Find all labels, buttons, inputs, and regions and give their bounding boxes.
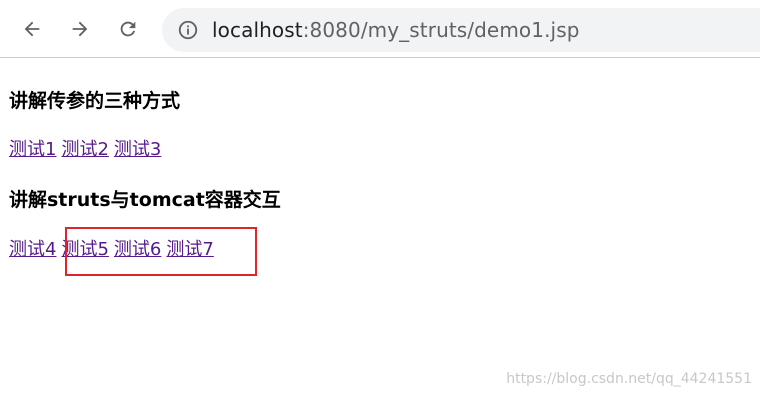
- back-button[interactable]: [16, 13, 48, 45]
- watermark-text: https://blog.csdn.net/qq_44241551: [506, 371, 752, 387]
- heading-params: 讲解传参的三种方式: [9, 90, 181, 112]
- link-test1[interactable]: 测试1: [9, 139, 56, 160]
- link-test4[interactable]: 测试4: [9, 239, 56, 260]
- url-text[interactable]: localhost:8080/my_struts/demo1.jsp: [212, 18, 580, 42]
- arrow-right-icon: [69, 18, 91, 40]
- link-test2[interactable]: 测试2: [61, 139, 108, 160]
- info-circle-icon[interactable]: [176, 18, 200, 42]
- links-group-2: 测试4 测试5 测试6 测试7: [9, 235, 219, 261]
- link-test3[interactable]: 测试3: [114, 139, 161, 160]
- reload-icon: [117, 18, 139, 40]
- address-bar[interactable]: localhost:8080/my_struts/demo1.jsp: [162, 8, 760, 52]
- reload-button[interactable]: [112, 13, 144, 45]
- link-test7[interactable]: 测试7: [166, 239, 213, 260]
- link-test6[interactable]: 测试6: [114, 239, 161, 260]
- links-group-1: 测试1 测试2 测试3: [9, 135, 166, 161]
- browser-toolbar: localhost:8080/my_struts/demo1.jsp: [0, 0, 760, 58]
- arrow-left-icon: [21, 18, 43, 40]
- url-path: :8080/my_struts/demo1.jsp: [302, 18, 580, 42]
- url-host: localhost: [212, 18, 303, 42]
- forward-button[interactable]: [64, 13, 96, 45]
- heading-struts-tomcat: 讲解struts与tomcat容器交互: [9, 189, 281, 211]
- link-test5[interactable]: 测试5: [61, 239, 108, 260]
